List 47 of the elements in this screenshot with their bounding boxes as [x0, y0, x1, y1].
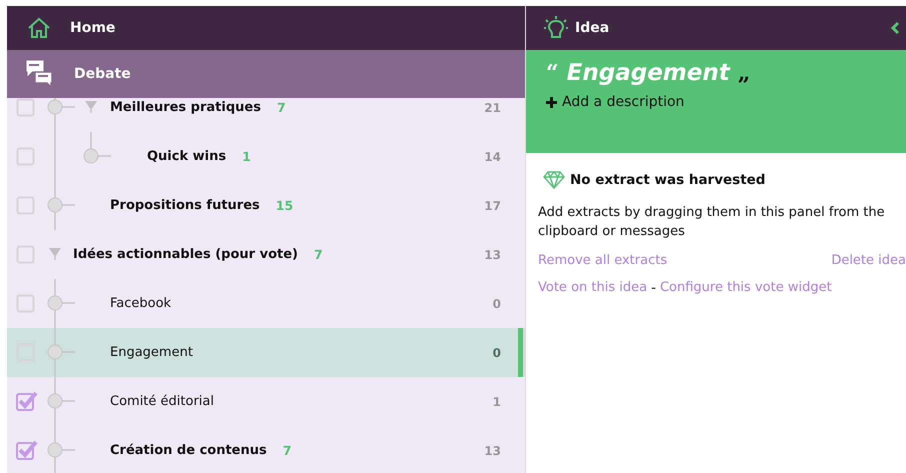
total-count: 1	[492, 394, 501, 408]
message-count: 1	[242, 149, 251, 164]
idea-row[interactable]: Quick wins 1 14	[7, 132, 525, 181]
idea-row[interactable]: Propositions futures 15 17	[7, 181, 525, 230]
chat-bubbles-icon[interactable]	[25, 59, 55, 89]
idea-row[interactable]: Facebook 0	[7, 279, 525, 328]
idea-title: Propositions futures	[110, 198, 260, 213]
empty-description: Add extracts by dragging them in this panel from the clipboard or messages	[538, 204, 886, 241]
open-quote: “	[546, 60, 559, 86]
close-quote: „	[738, 60, 750, 86]
separator: -	[651, 280, 656, 296]
home-icon[interactable]	[27, 17, 51, 39]
idea-title: Quick wins	[147, 149, 226, 164]
collapse-chevron-icon[interactable]	[890, 21, 900, 35]
message-count: 7	[276, 100, 286, 115]
selection-bar	[518, 328, 523, 377]
plus-icon[interactable]	[546, 96, 557, 108]
debate-link[interactable]: Debate	[74, 66, 131, 82]
idea-title: Idées actionnables (pour vote)	[73, 247, 298, 262]
idea-row[interactable]: Meilleures pratiques 7 21	[7, 98, 525, 132]
total-count: 0	[492, 346, 501, 360]
checkbox[interactable]	[16, 391, 38, 411]
message-count: 7	[314, 247, 323, 262]
idea-row[interactable]: Création de contenus 7 13	[7, 426, 525, 473]
total-count: 14	[484, 150, 501, 164]
idea-title: Comité éditorial	[110, 394, 214, 409]
idea-title: Engagement	[110, 345, 193, 360]
home-link[interactable]: Home	[70, 20, 116, 36]
idea-title: Création de contenus	[110, 443, 267, 458]
idea-row[interactable]: Comité éditorial 1	[7, 377, 525, 426]
panel-title: Idea	[575, 20, 610, 36]
checkbox[interactable]	[16, 440, 38, 460]
idea-title: Meilleures pratiques	[110, 100, 261, 115]
total-count: 13	[484, 444, 501, 458]
total-count: 13	[484, 248, 501, 262]
message-count: 7	[282, 443, 292, 458]
add-description-link[interactable]: Add a description	[562, 94, 684, 110]
empty-title: No extract was harvested	[570, 172, 766, 188]
idea-title: Facebook	[110, 296, 172, 311]
idea-row[interactable]: Idées actionnables (pour vote) 7 13	[7, 230, 525, 279]
total-count: 21	[484, 100, 501, 114]
diamond-icon	[543, 171, 565, 189]
message-count: 15	[276, 198, 294, 213]
idea-row[interactable]: Engagement 0	[7, 328, 525, 377]
total-count: 17	[484, 198, 501, 212]
total-count: 0	[492, 296, 501, 310]
lightbulb-icon	[543, 15, 569, 41]
